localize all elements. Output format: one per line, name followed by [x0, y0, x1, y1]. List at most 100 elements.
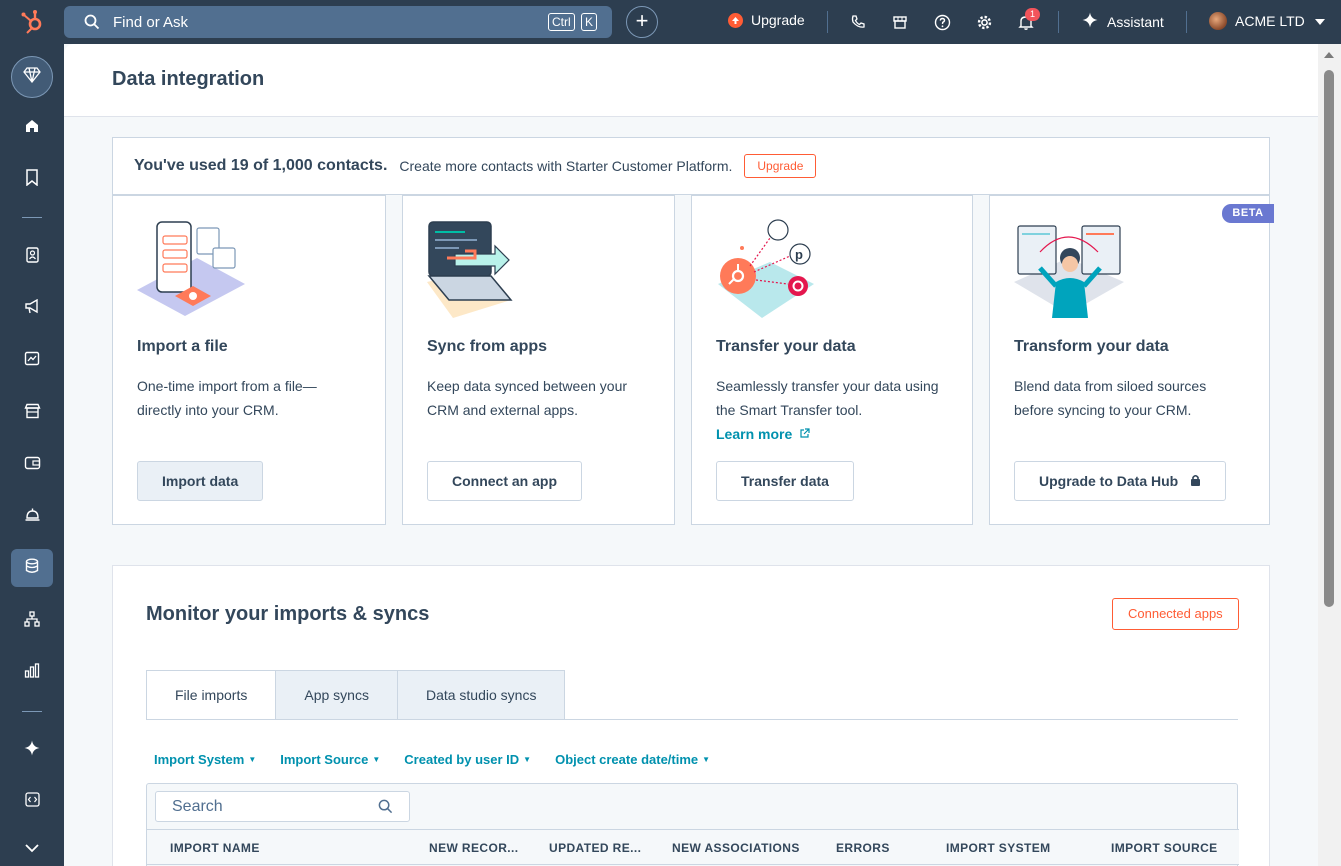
divider	[1186, 11, 1187, 33]
banner-upgrade-button[interactable]: Upgrade	[744, 154, 817, 178]
search-placeholder: Find or Ask	[113, 14, 189, 31]
usage-text: You've used 19 of 1,000 contacts.	[134, 157, 388, 174]
wallet-icon	[24, 455, 41, 475]
section-title: Monitor your imports & syncs	[146, 603, 430, 625]
sidebar-item-commerce[interactable]	[11, 394, 53, 432]
external-link-icon	[799, 426, 810, 442]
chevron-down-icon	[1314, 13, 1325, 29]
upgrade-arrow-icon	[728, 12, 743, 28]
sidebar-item-service[interactable]	[11, 498, 53, 536]
phone-icon[interactable]	[848, 12, 868, 32]
column-header-import-source[interactable]: IMPORT SOURCE	[1111, 841, 1218, 855]
filter-import-source[interactable]: Import Source ▼	[280, 752, 380, 767]
upgrade-top-label: Upgrade	[751, 12, 805, 28]
sidebar-item-marketing[interactable]	[11, 290, 53, 328]
sidebar-item-breeze[interactable]	[11, 731, 53, 769]
caret-down-icon: ▼	[702, 755, 711, 764]
sync-apps-card: Sync from apps Keep data synced between …	[402, 195, 675, 525]
filter-import-system[interactable]: Import System ▼	[154, 752, 256, 767]
notification-count-badge: 1	[1025, 8, 1040, 21]
tab-file-imports[interactable]: File imports	[146, 670, 277, 720]
account-menu[interactable]: ACME LTD	[1209, 12, 1325, 30]
table-search-input[interactable]	[172, 798, 362, 816]
transform-data-card: Transform your data Blend data from silo…	[989, 195, 1270, 525]
filter-object-create-date[interactable]: Object create date/time ▼	[555, 752, 710, 767]
column-header-errors[interactable]: ERRORS	[836, 841, 890, 855]
column-header-import-name[interactable]: IMPORT NAME	[170, 841, 260, 855]
account-name: ACME LTD	[1235, 13, 1305, 29]
scrollbar-thumb[interactable]	[1324, 70, 1334, 607]
card-description: Blend data from siloed sources before sy…	[1014, 378, 1207, 418]
sparkle-icon	[24, 740, 40, 761]
hubspot-logo-icon[interactable]	[20, 9, 46, 35]
content-icon	[24, 351, 40, 371]
bar-chart-icon	[24, 663, 40, 683]
import-file-illustration	[135, 218, 247, 322]
learn-more-link[interactable]: Learn more	[716, 426, 792, 442]
global-search-bar[interactable]: Find or Ask Ctrl K	[64, 6, 612, 38]
megaphone-icon	[24, 298, 41, 319]
transfer-data-illustration: p	[714, 218, 826, 322]
connect-app-button[interactable]: Connect an app	[427, 461, 583, 501]
import-file-card: Import a file One-time import from a fil…	[112, 195, 386, 525]
help-icon[interactable]	[932, 12, 952, 32]
scroll-up-arrow-icon[interactable]	[1324, 52, 1334, 58]
tabs-divider	[146, 719, 1238, 720]
imports-table: IMPORT NAME NEW RECOR... UPDATED RE... N…	[146, 783, 1239, 866]
sidebar-item-data-management[interactable]	[11, 549, 53, 587]
beta-badge: BETA	[1222, 204, 1274, 223]
column-header-import-system[interactable]: IMPORT SYSTEM	[946, 841, 1051, 855]
marketplace-icon[interactable]	[890, 12, 910, 32]
upgrade-top-button[interactable]: Upgrade	[728, 12, 805, 28]
monitor-imports-section: Monitor your imports & syncs Connected a…	[112, 565, 1270, 866]
sidebar-item-content[interactable]	[11, 342, 53, 380]
database-icon	[25, 558, 39, 579]
sidebar-collapse-toggle[interactable]	[11, 830, 53, 866]
upgrade-to-data-hub-button[interactable]: Upgrade to Data Hub	[1014, 461, 1227, 501]
transfer-data-card: p Transfer your data Seamlessly transfer…	[691, 195, 973, 525]
top-nav-bar: Find or Ask Ctrl K + Upgrade 1 Assistant…	[0, 0, 1341, 44]
svg-text:p: p	[795, 247, 803, 262]
column-header-new-associations[interactable]: NEW ASSOCIATIONS	[672, 841, 800, 855]
column-header-new-records[interactable]: NEW RECOR...	[429, 841, 518, 855]
bookmark-icon	[25, 169, 39, 191]
assistant-label: Assistant	[1107, 13, 1164, 30]
transform-data-illustration	[1012, 218, 1124, 322]
connected-apps-button[interactable]: Connected apps	[1112, 598, 1239, 630]
shortcut-ctrl-key: Ctrl	[548, 13, 575, 31]
sidebar-item-sales[interactable]	[11, 446, 53, 484]
tab-data-studio-syncs[interactable]: Data studio syncs	[397, 670, 566, 720]
lock-icon	[1190, 473, 1201, 489]
sync-apps-illustration	[425, 218, 537, 322]
sidebar-item-development[interactable]	[11, 783, 53, 821]
table-search-box[interactable]	[155, 791, 410, 822]
page-scrollbar[interactable]	[1318, 44, 1341, 866]
settings-gear-icon[interactable]	[974, 12, 994, 32]
search-icon	[84, 14, 100, 35]
create-new-button[interactable]: +	[626, 6, 658, 38]
sidebar-item-bookmarks[interactable]	[11, 161, 53, 199]
filter-label: Object create date/time	[555, 752, 699, 767]
column-header-updated-records[interactable]: UPDATED RE...	[549, 841, 641, 855]
sidebar-item-home[interactable]	[11, 109, 53, 147]
card-description-text: Seamlessly transfer your data using the …	[716, 378, 939, 418]
sidebar-item-automation[interactable]	[11, 602, 53, 640]
sidebar-item-reporting[interactable]	[11, 654, 53, 692]
card-title: Transfer your data	[716, 338, 856, 355]
card-description: One-time import from a file—directly int…	[137, 378, 317, 418]
filter-created-by-user[interactable]: Created by user ID ▼	[404, 752, 531, 767]
sidebar-upgrade-gem[interactable]	[11, 56, 53, 98]
import-data-button[interactable]: Import data	[137, 461, 264, 501]
contacts-book-icon	[25, 246, 39, 268]
transfer-data-button[interactable]: Transfer data	[716, 461, 854, 501]
divider	[1058, 11, 1059, 33]
sidebar-item-contacts[interactable]	[11, 238, 53, 276]
search-icon	[378, 799, 393, 819]
assistant-button[interactable]: Assistant	[1082, 12, 1164, 31]
left-sidebar	[0, 44, 64, 866]
chevron-down-icon	[25, 840, 39, 858]
tab-app-syncs[interactable]: App syncs	[276, 670, 398, 720]
sparkle-icon	[1082, 12, 1098, 31]
gem-icon	[23, 66, 41, 88]
filter-bar: Import System ▼ Import Source ▼ Created by…	[154, 752, 710, 767]
